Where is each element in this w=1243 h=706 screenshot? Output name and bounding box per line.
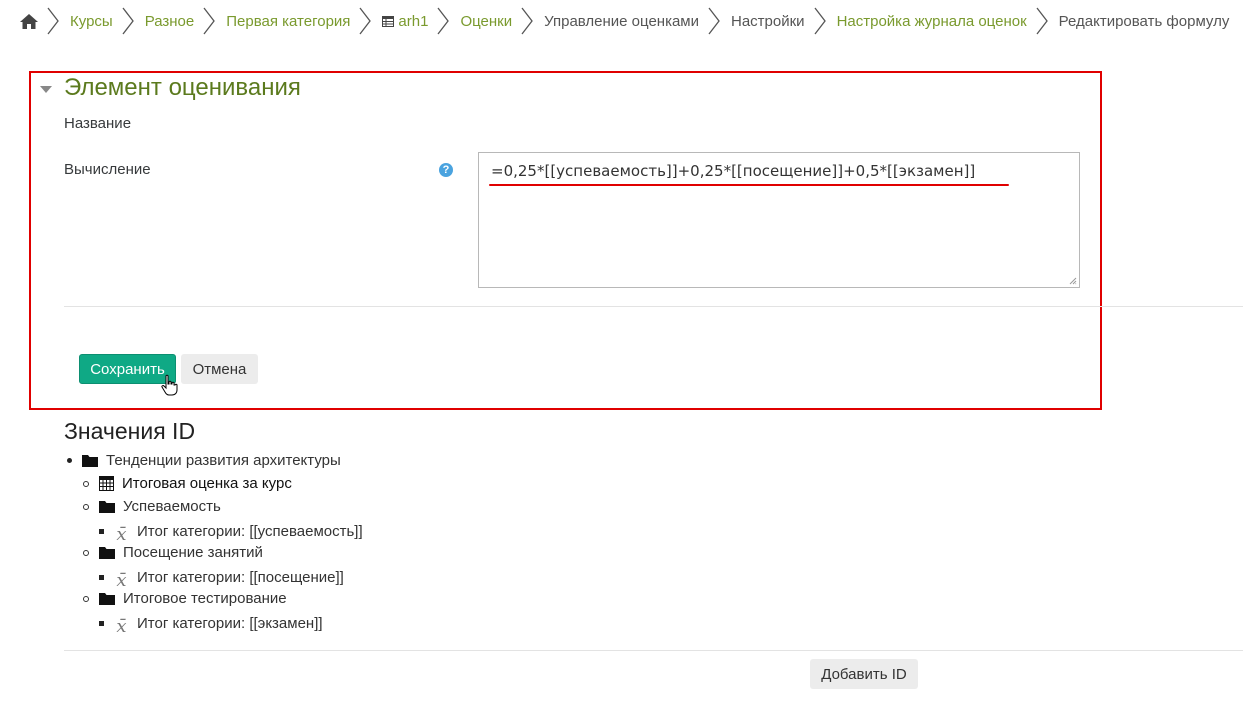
category-name: Посещение занятий (123, 544, 263, 561)
chevron-right-icon (707, 3, 727, 39)
name-label: Название (64, 115, 132, 132)
calculation-label: Вычисление (64, 161, 151, 178)
bullet (83, 549, 89, 556)
calculator-icon (99, 476, 114, 491)
bullet (83, 503, 89, 510)
folder-icon (82, 455, 98, 467)
chevron-right-icon (202, 3, 222, 39)
breadcrumb-gradebook-setup[interactable]: Настройка журнала оценок (835, 13, 1029, 30)
ids-title: Значения ID (64, 418, 196, 444)
mean-icon: x̄ (116, 616, 127, 637)
course-name: Тенденции развития архитектуры (106, 452, 341, 469)
divider (64, 306, 1243, 307)
divider (64, 650, 1243, 651)
section-title: Элемент оценивания (64, 74, 301, 101)
bullet (67, 458, 72, 463)
gradebook-icon (382, 15, 395, 27)
mean-icon: x̄ (116, 570, 127, 591)
breadcrumb-grades[interactable]: Оценки (458, 13, 514, 30)
resize-grip-icon[interactable] (1069, 277, 1077, 285)
formula-textarea[interactable]: =0,25*[[успеваемость]]+0,25*[[посещение]… (478, 152, 1080, 288)
category-total-label: Итог категории: [[посещение]] (137, 569, 344, 586)
category-name: Успеваемость (123, 498, 221, 515)
bullet (83, 480, 89, 487)
breadcrumb-settings: Настройки (731, 12, 805, 30)
bullet (83, 595, 89, 602)
list-item-category: Успеваемость (83, 498, 221, 515)
list-item-course: Тенденции развития архитектуры (67, 452, 341, 469)
caret-down-icon (40, 85, 52, 93)
folder-icon (99, 547, 115, 559)
breadcrumb-first-category[interactable]: Первая категория (224, 13, 352, 30)
section-toggle[interactable]: Элемент оценивания (40, 74, 301, 102)
category-name: Итоговое тестирование (123, 590, 287, 607)
folder-icon (99, 593, 115, 605)
list-item-category-total: x̄ Итог категории: [[экзамен]] (99, 613, 323, 637)
home-icon[interactable] (18, 10, 40, 32)
category-total-label: Итог категории: [[экзамен]] (137, 615, 323, 632)
chevron-right-icon (46, 3, 66, 39)
cancel-button[interactable]: Отмена (181, 354, 258, 384)
folder-icon (99, 501, 115, 513)
help-icon[interactable]: ? (439, 163, 453, 177)
list-item-category: Итоговое тестирование (83, 590, 287, 607)
breadcrumb-edit-formula: Редактировать формулу (1058, 12, 1230, 30)
total-label: Итоговая оценка за курс (122, 475, 292, 492)
chevron-right-icon (1035, 3, 1055, 39)
chevron-right-icon (121, 3, 141, 39)
breadcrumb-course-label: arh1 (398, 12, 429, 30)
bullet (99, 621, 104, 626)
hand-cursor-icon (161, 374, 178, 396)
formula-underline-annotation (489, 184, 1009, 186)
breadcrumb-courses[interactable]: Курсы (68, 13, 115, 30)
list-item-total: Итоговая оценка за курс (83, 475, 292, 492)
breadcrumb: Курсы Разное Первая категория arh1 Оценк… (18, 0, 1231, 42)
chevron-right-icon (436, 3, 456, 39)
formula-text: =0,25*[[успеваемость]]+0,25*[[посещение]… (491, 162, 976, 180)
bullet (99, 529, 104, 534)
breadcrumb-grade-management: Управление оценками (544, 12, 699, 30)
chevron-right-icon (358, 3, 378, 39)
category-total-label: Итог категории: [[успеваемость]] (137, 523, 363, 540)
add-id-button[interactable]: Добавить ID (810, 659, 918, 689)
list-item-category-total: x̄ Итог категории: [[успеваемость]] (99, 521, 363, 545)
chevron-right-icon (520, 3, 540, 39)
chevron-right-icon (813, 3, 833, 39)
list-item-category: Посещение занятий (83, 544, 263, 561)
breadcrumb-course[interactable]: arh1 (380, 13, 430, 30)
breadcrumb-misc[interactable]: Разное (143, 13, 197, 30)
mean-icon: x̄ (116, 524, 127, 545)
list-item-category-total: x̄ Итог категории: [[посещение]] (99, 567, 344, 591)
bullet (99, 575, 104, 580)
